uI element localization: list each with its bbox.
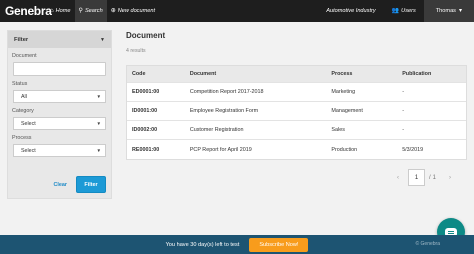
home-icon: ⌂ [50,8,54,14]
top-navigation-bar: Genebra ⌂ Home ⚲ Search ⊕ New document A… [0,0,474,22]
status-label: Status [12,81,28,87]
table-row[interactable]: ID0001:00 Employee Registration Form Man… [127,102,466,121]
page-number-input[interactable]: 1 [408,169,425,186]
documents-table: Code Document Process Publication ED0001… [126,65,467,160]
separator: / [429,174,431,181]
next-page-button[interactable]: › [440,169,460,186]
nav-search[interactable]: ⚲ Search [74,0,107,22]
users-icon: 👥 [391,8,400,14]
previous-page-button[interactable]: ‹ [388,169,408,186]
chevron-down-icon: ▼ [96,121,101,126]
table-row[interactable]: RE0001:00 PCP Report for April 2019 Prod… [127,140,466,159]
copyright: © Genebra [415,241,440,247]
chevron-down-icon: ▼ [96,94,101,99]
cell-publication: - [402,127,404,133]
status-value: All [21,93,27,100]
cell-process: Production [331,146,358,153]
status-select[interactable]: All ▼ [13,90,106,103]
cell-code: RE0001:00 [132,146,160,153]
nav-users[interactable]: 👥 Users [384,8,424,14]
cell-process: Management [331,108,363,114]
cell-document: Employee Registration Form [189,108,259,114]
caret-down-icon: ▼ [100,36,105,43]
nav-new-document-label: New document [117,8,156,14]
cell-publication: 5/3/2019 [402,146,424,153]
filter-button[interactable]: Filter [76,176,106,193]
nav-users-label: Users [401,8,416,14]
cell-publication: - [402,89,404,95]
trial-message: You have 30 day(s) left to test [165,241,240,248]
nav-home-label: Home [55,8,71,14]
search-icon: ⚲ [78,8,83,14]
caret-down-icon: ▾ [458,8,462,14]
cell-process: Sales [331,127,345,133]
document-input[interactable] [13,62,106,76]
chevron-down-icon: ▼ [96,148,101,153]
app-logo[interactable]: Genebra [0,4,52,18]
column-header-publication[interactable]: Publication [402,71,466,77]
cell-document: PCP Report for April 2019 [189,146,252,153]
clear-button[interactable]: Clear [54,182,68,188]
cell-document: Customer Registration [189,127,244,133]
process-label: Process [12,135,32,141]
page-total: / 1 [425,175,440,181]
user-name: Thomas [435,8,456,14]
nav-home[interactable]: ⌂ Home [46,0,75,22]
pagination: ‹ 1 / 1 › [388,169,460,186]
cell-publication: - [402,108,404,114]
cell-process: Marketing [331,89,356,95]
cell-code: ED0001:00 [132,89,160,95]
cell-code: ID0002:00 [132,127,158,133]
cell-code: ID0001:00 [132,108,158,114]
filter-panel: Filter ▼ Document Status All ▼ Category … [7,30,112,199]
total-pages: 1 [432,174,437,181]
industry-selector[interactable]: Automotive Industry [318,8,383,14]
table-header: Code Document Process Publication [127,66,466,83]
column-header-code[interactable]: Code [127,71,190,77]
category-label: Category [12,108,34,114]
filter-title: Filter [14,36,29,43]
filter-panel-header[interactable]: Filter ▼ [8,31,111,48]
table-row[interactable]: ID0002:00 Customer Registration Sales - [127,121,466,140]
user-menu[interactable]: Thomas ▾ [423,0,474,22]
column-header-document[interactable]: Document [190,71,332,77]
process-select[interactable]: Select ▼ [13,144,106,157]
chevron-right-icon: › [449,174,452,181]
results-count: 4 results [126,48,146,54]
chevron-left-icon: ‹ [397,174,399,181]
column-header-process[interactable]: Process [331,71,402,77]
page-title: Document [126,31,166,40]
nav-search-label: Search [84,8,103,14]
plus-circle-icon: ⊕ [110,8,116,14]
category-select[interactable]: Select ▼ [13,117,106,130]
category-value: Select [21,120,36,127]
subscribe-button[interactable]: Subscribe Now! [249,237,309,252]
process-value: Select [21,147,36,154]
main-nav: ⌂ Home ⚲ Search ⊕ New document [46,0,159,22]
cell-document: Competition Report 2017-2018 [189,89,264,95]
trial-banner: You have 30 day(s) left to test Subscrib… [0,235,474,254]
table-row[interactable]: ED0001:00 Competition Report 2017-2018 M… [127,83,466,102]
nav-new-document[interactable]: ⊕ New document [107,0,159,22]
document-label: Document [12,53,37,59]
